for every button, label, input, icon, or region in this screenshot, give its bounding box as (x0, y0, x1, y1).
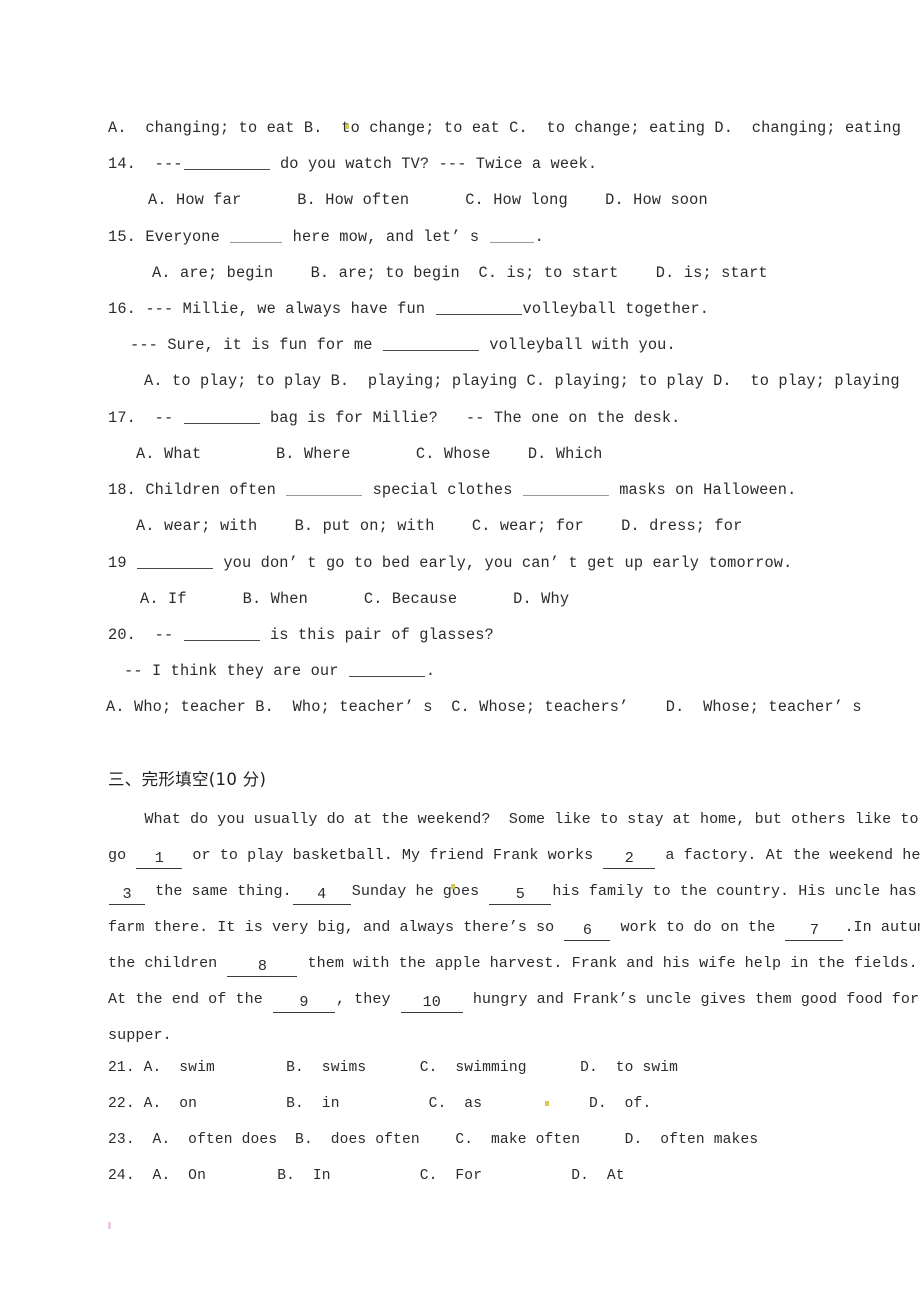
question-19-options: A. If B. When C. Because D. Why (140, 590, 570, 608)
question-17-stem: 17. -- bag is for Millie? -- The one on … (108, 400, 820, 436)
passage-text: his family to the country. His uncle has… (552, 882, 920, 900)
answer-blank (382, 336, 479, 351)
answer-blank (183, 155, 270, 170)
question-16-stem-prefix: 16. --- Millie, we always have fun (108, 300, 435, 318)
question-19-stem-suffix: you don’ t go to bed early, you can’ t g… (214, 554, 793, 572)
question-17-stem-prefix: 17. -- (108, 409, 183, 427)
answer-blank (183, 409, 260, 424)
passage-text: work to do on the (611, 918, 785, 936)
question-14-options: A. How far B. How often C. How long D. H… (148, 191, 708, 209)
cloze-section-heading: 三、完形填空(10 分) (108, 770, 267, 789)
question-18-stem-suffix: masks on Halloween. (609, 481, 797, 499)
cloze-option-row-22: 22. A. on B. in C. as D. of. (108, 1096, 652, 1112)
passage-text: the children (108, 954, 227, 972)
passage-text: At the end of the (108, 990, 272, 1008)
cloze-blank-2: 2 (603, 849, 656, 869)
question-15-stem-suffix: . (534, 228, 544, 246)
exam-page: A. changing; to eat B. to change; to eat… (0, 0, 920, 1302)
question-16-stem-line2-suffix: volleyball with you. (479, 336, 676, 354)
question-20-stem-line2-suffix: . (425, 662, 436, 680)
cloze-blank-10: 10 (400, 993, 463, 1013)
question-18-options: A. wear; with B. put on; with C. wear; f… (136, 517, 743, 535)
cloze-blank-7: 7 (785, 921, 844, 941)
passage-line: go 1 or to play basketball. My friend Fr… (108, 837, 920, 873)
answer-blank (137, 554, 213, 569)
passage-line: the children 8 them with the apple harve… (108, 945, 918, 981)
passage-text: them with the apple harvest. Frank and h… (298, 954, 918, 972)
answer-blank (286, 481, 363, 496)
cloze-option-row-24: 24. A. On B. In C. For D. At (108, 1168, 625, 1184)
question-16-stem: 16. --- Millie, we always have fun volle… (108, 291, 820, 327)
passage-text: a factory. At the weekend he (656, 846, 920, 864)
question-19-stem-prefix: 19 (108, 554, 136, 572)
passage-text: .In autumn, (844, 918, 920, 936)
answer-blank (522, 481, 609, 496)
question-15-stem-middle: here mow, and let’ s (283, 228, 489, 246)
cloze-blank-4: 4 (292, 885, 351, 905)
passage-text: farm there. It is very big, and always t… (108, 918, 564, 936)
cloze-blank-5: 5 (489, 885, 552, 905)
question-20-stem-line2-prefix: -- I think they are our (124, 662, 348, 680)
question-14-stem-suffix: do you watch TV? --- Twice a week. (270, 155, 598, 173)
question-20-stem-suffix: is this pair of glasses? (260, 626, 494, 644)
cloze-blank-8: 8 (227, 957, 298, 977)
answer-blank (183, 626, 260, 641)
question-14-stem-prefix: 14. --- (108, 155, 183, 173)
cloze-blank-1: 1 (136, 849, 183, 869)
passage-line: farm there. It is very big, and always t… (108, 909, 920, 945)
cloze-option-row-23: 23. A. often does B. does often C. make … (108, 1132, 759, 1148)
passage-text: supper. (108, 1026, 172, 1044)
cloze-option-row-21: 21. A. swim B. swims C. swimming D. to s… (108, 1060, 679, 1076)
passage-line: supper. (108, 1017, 814, 1053)
passage-text: go (108, 846, 136, 864)
passage-text: What do you usually do at the weekend? S… (108, 810, 919, 828)
question-20-stem-line2: -- I think they are our . (124, 653, 836, 689)
passage-text: or to play basketball. My friend Frank w… (183, 846, 603, 864)
answer-blank (435, 300, 522, 315)
passage-text: Sunday he goes (351, 882, 489, 900)
question-15-stem-prefix: 15. Everyone (108, 228, 230, 246)
cloze-blank-9: 9 (272, 993, 335, 1013)
question-18-stem-middle: special clothes (363, 481, 522, 499)
scan-artifact-pink (108, 1222, 111, 1229)
answer-blank (489, 228, 534, 243)
cloze-blank-3: 3 (109, 885, 145, 905)
question-16-stem-line2: --- Sure, it is fun for me volleyball wi… (130, 327, 842, 363)
question-13-options: A. changing; to eat B. to change; to eat… (108, 119, 902, 137)
question-16-options: A. to play; to play B. playing; playing … (144, 372, 900, 390)
question-18-stem-prefix: 18. Children often (108, 481, 286, 499)
passage-line: At the end of the 9, they 10 hungry and … (108, 981, 919, 1017)
passage-text: the same thing. (146, 882, 292, 900)
passage-text: , they (335, 990, 400, 1008)
question-19-stem: 19 you don’ t go to bed early, you can’ … (108, 545, 820, 581)
question-20-stem-prefix: 20. -- (108, 626, 183, 644)
question-15-stem: 15. Everyone here mow, and let’ s . (108, 219, 820, 255)
question-18-stem: 18. Children often special clothes masks… (108, 472, 820, 508)
question-16-stem-suffix: volleyball together. (522, 300, 710, 318)
passage-line: 3 the same thing. 4 Sunday he goes 5 his fa… (108, 873, 917, 909)
question-16-stem-line2-prefix: --- Sure, it is fun for me (130, 336, 382, 354)
answer-blank (348, 662, 425, 677)
passage-text: hungry and Frank’s uncle gives them good… (463, 990, 920, 1008)
question-17-stem-suffix: bag is for Millie? -- The one on the des… (260, 409, 681, 427)
question-14-stem: 14. --- do you watch TV? --- Twice a wee… (108, 146, 820, 182)
question-20-options: A. Who; teacher B. Who; teacher’ s C. Wh… (106, 698, 862, 716)
question-20-stem: 20. -- is this pair of glasses? (108, 617, 820, 653)
passage-line: What do you usually do at the weekend? S… (108, 801, 918, 837)
answer-blank (230, 228, 283, 243)
question-15-options: A. are; begin B. are; to begin C. is; to… (152, 264, 768, 282)
question-17-options: A. What B. Where C. Whose D. Which (136, 445, 603, 463)
cloze-blank-6: 6 (564, 921, 611, 941)
